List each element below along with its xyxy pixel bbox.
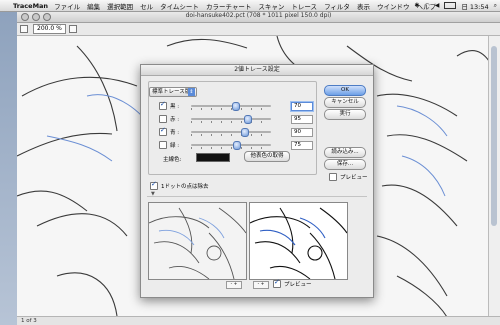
red-label: 赤 :	[170, 116, 180, 123]
green-label: 緑 :	[170, 142, 180, 149]
spotlight-icon[interactable]: ⌕	[494, 2, 497, 10]
green-value-field[interactable]: 75	[291, 141, 313, 150]
blue-slider-knob[interactable]	[240, 128, 249, 137]
popup-arrows-icon: ⇕	[188, 88, 195, 96]
red-slider[interactable]	[191, 114, 271, 124]
menu-timesheet[interactable]: タイムシート	[160, 1, 199, 11]
menu-color-chart[interactable]: カラーチャート	[206, 1, 251, 11]
traced-preview-pane[interactable]	[249, 202, 348, 280]
menu-bar: TraceMan ファイル 編集 選択範囲 セル タイムシート カラーチャート …	[0, 0, 500, 12]
document-toolbar: 200.0 %	[17, 23, 500, 36]
red-value-field[interactable]: 95	[291, 115, 313, 124]
threshold-row-red: 赤 :	[159, 114, 184, 123]
zoom-out-stepper[interactable]: - +	[226, 281, 242, 289]
wifi-icon[interactable]: ◠	[424, 2, 429, 9]
menu-scan[interactable]: スキャン	[258, 1, 284, 11]
scrollbar-thumb[interactable]	[491, 46, 497, 226]
green-checkbox[interactable]	[159, 140, 167, 149]
threshold-row-green: 緑 :	[159, 140, 184, 149]
traced-preview-image	[250, 207, 347, 279]
green-slider-knob[interactable]	[233, 141, 242, 150]
black-slider-knob[interactable]	[231, 102, 240, 111]
desktop-background	[0, 11, 17, 325]
blue-slider[interactable]	[191, 127, 271, 137]
original-preview-image	[149, 207, 246, 279]
apply-button[interactable]: 実行	[324, 109, 366, 120]
menubar-extras: ✱ ◠ ◀ 日 13:54 ⌕	[414, 0, 497, 11]
trace-mode-popup[interactable]: 標準トレース版 ⇕	[149, 87, 197, 97]
bluetooth-icon[interactable]: ✱	[414, 2, 419, 9]
menu-selection[interactable]: 選択範囲	[107, 1, 133, 11]
preview-label: プレビュー	[340, 175, 368, 181]
black-value-field[interactable]: 70	[291, 102, 313, 111]
page-indicator: 1 of 3	[21, 318, 37, 324]
dot-removal-option: 1ドットの点は除去	[150, 180, 209, 190]
main-color-swatch[interactable]	[196, 153, 230, 162]
menu-view[interactable]: 表示	[357, 1, 370, 11]
load-button[interactable]: 読み込み...	[324, 147, 366, 158]
black-checkbox[interactable]	[159, 100, 167, 110]
menu-edit[interactable]: 編集	[87, 1, 100, 11]
preview-option: プレビュー	[329, 173, 368, 181]
status-bar: 1 of 3	[17, 316, 500, 325]
red-slider-knob[interactable]	[244, 115, 253, 124]
volume-icon[interactable]: ◀	[435, 2, 440, 9]
trace-mode-label: 標準トレース版	[152, 89, 191, 95]
red-checkbox[interactable]	[159, 114, 167, 123]
black-label: 黒 :	[170, 103, 180, 110]
blue-value-field[interactable]: 90	[291, 128, 313, 137]
toolbar-toggle-icon[interactable]	[20, 25, 28, 33]
menu-trace[interactable]: トレース	[291, 1, 317, 11]
trace-settings-dialog: 2値トレース設定 標準トレース版 ⇕ 黒 : 70 赤 : 95 青 : 90 …	[140, 64, 374, 298]
menu-file[interactable]: ファイル	[54, 1, 80, 11]
bottom-preview-label: プレビュー	[284, 282, 312, 288]
dot-removal-label: 1ドットの点は除去	[161, 184, 209, 190]
blue-label: 青 :	[170, 129, 180, 136]
cancel-button[interactable]: キャンセル	[324, 97, 366, 108]
menu-filter[interactable]: フィルタ	[324, 1, 350, 11]
menu-window[interactable]: ウインドウ	[377, 1, 410, 11]
original-preview-pane[interactable]	[148, 202, 247, 280]
menubar-clock[interactable]: 日 13:54	[461, 1, 488, 11]
dialog-title: 2値トレース設定	[141, 65, 373, 76]
main-color-label: 主線色:	[163, 157, 182, 163]
menu-app-name[interactable]: TraceMan	[13, 2, 48, 10]
zoom-in-stepper[interactable]: - +	[253, 281, 269, 289]
save-button[interactable]: 保存...	[324, 159, 366, 170]
document-title: doi-hansuke402.pct (708 * 1011 pixel 150…	[185, 12, 332, 19]
menu-cell[interactable]: セル	[140, 1, 153, 11]
preview-checkbox[interactable]	[329, 173, 337, 181]
pick-other-color-button[interactable]: 他表色の取得	[244, 151, 290, 162]
dialog-separator	[147, 196, 367, 197]
threshold-row-blue: 青 :	[159, 126, 184, 136]
zoom-stepper-icon[interactable]	[68, 25, 77, 33]
black-slider[interactable]	[191, 101, 271, 111]
vertical-scrollbar[interactable]	[488, 36, 500, 317]
battery-icon[interactable]	[444, 2, 457, 9]
bottom-preview-checkbox[interactable]	[273, 278, 281, 288]
zoom-field[interactable]: 200.0 %	[33, 24, 66, 34]
blue-checkbox[interactable]	[159, 126, 167, 136]
ok-button[interactable]: OK	[324, 85, 366, 96]
threshold-row-black: 黒 :	[159, 100, 184, 110]
bottom-preview-option: プレビュー	[273, 278, 312, 288]
document-titlebar[interactable]: doi-hansuke402.pct (708 * 1011 pixel 150…	[17, 11, 500, 23]
green-slider[interactable]	[191, 140, 271, 150]
dot-removal-checkbox[interactable]	[150, 180, 158, 190]
